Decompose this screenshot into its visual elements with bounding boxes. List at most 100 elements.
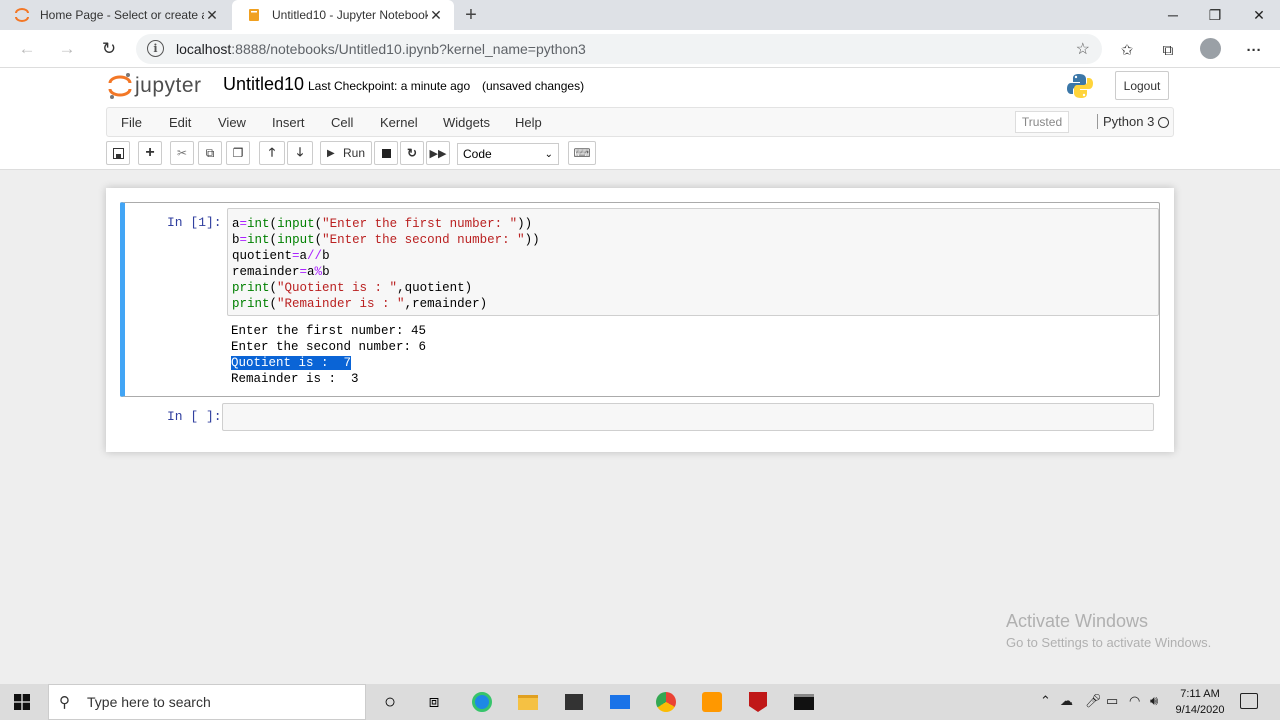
cut-button[interactable]: ✂ xyxy=(170,141,194,165)
code-cell-selected[interactable]: In [1]: a=int(input("Enter the first num… xyxy=(120,202,1160,397)
close-window-icon[interactable]: ✕ xyxy=(1236,0,1280,30)
menu-bar: File Edit View Insert Cell Kernel Widget… xyxy=(106,107,1174,137)
code-text: a=int(input("Enter the first number: "))… xyxy=(232,216,540,312)
input-prompt-empty: In [ ]: xyxy=(167,409,222,424)
menu-file[interactable]: File xyxy=(121,115,142,130)
terminal-icon[interactable] xyxy=(792,690,816,714)
interrupt-kernel-button[interactable] xyxy=(374,141,398,165)
paste-button[interactable]: ❐ xyxy=(226,141,250,165)
system-clock[interactable]: 7:11 AM 9/14/2020 xyxy=(1168,686,1232,718)
jupyter-header: jupyter Untitled10 Last Checkpoint: a mi… xyxy=(0,68,1280,170)
arrow-down-icon: 🡓 xyxy=(296,144,304,159)
move-down-button[interactable]: 🡓 xyxy=(287,141,313,165)
empty-code-cell[interactable] xyxy=(222,403,1154,431)
menu-edit[interactable]: Edit xyxy=(169,115,191,130)
keyboard-icon: ⌨ xyxy=(573,146,591,160)
jupyter-favicon-icon xyxy=(15,8,29,22)
save-button[interactable] xyxy=(106,141,130,165)
logout-button[interactable]: Logout xyxy=(1115,71,1169,100)
move-up-button[interactable]: 🡑 xyxy=(259,141,285,165)
microphone-icon[interactable]: 🎤︎ xyxy=(1085,693,1102,709)
play-icon: ▶ xyxy=(327,147,335,159)
mail-icon[interactable] xyxy=(608,690,632,714)
site-info-icon[interactable]: i xyxy=(147,40,164,57)
sublime-text-icon[interactable] xyxy=(700,690,724,714)
code-editor[interactable]: a=int(input("Enter the first number: "))… xyxy=(227,208,1159,316)
menu-view[interactable]: View xyxy=(218,115,246,130)
input-prompt: In [1]: xyxy=(167,215,222,230)
favorite-star-icon[interactable]: ☆ xyxy=(1076,39,1090,59)
power-icon[interactable]: ▭ xyxy=(1106,693,1118,709)
onedrive-icon[interactable]: ☁ xyxy=(1060,693,1073,709)
back-icon[interactable]: ← xyxy=(16,38,38,60)
code-line: quotient=a//b xyxy=(232,249,330,263)
restart-icon: ↻ xyxy=(406,146,418,160)
chrome-icon[interactable] xyxy=(654,690,678,714)
url-input[interactable]: i localhost:8888/notebooks/Untitled10.ip… xyxy=(136,34,1102,64)
profile-avatar[interactable] xyxy=(1200,38,1221,59)
menu-widgets[interactable]: Widgets xyxy=(443,115,490,130)
tab-untitled10[interactable]: Untitled10 - Jupyter Notebook ✕ xyxy=(232,0,454,30)
notification-center-icon[interactable] xyxy=(1240,693,1258,709)
python-logo-icon xyxy=(1067,74,1093,98)
maximize-icon[interactable]: ❐ xyxy=(1192,0,1238,30)
address-bar: ← → ↻ i localhost:8888/notebooks/Untitle… xyxy=(0,30,1280,68)
show-hidden-icons-icon[interactable]: ⌃ xyxy=(1040,693,1051,709)
file-explorer-icon[interactable] xyxy=(516,690,540,714)
windows-start-icon[interactable] xyxy=(14,694,30,710)
scissors-icon: ✂ xyxy=(176,146,188,160)
close-tab-icon[interactable]: ✕ xyxy=(428,7,444,24)
tab-home-page[interactable]: Home Page - Select or create a n ✕ xyxy=(0,0,230,30)
url-text: localhost:8888/notebooks/Untitled10.ipyn… xyxy=(176,41,586,57)
stop-icon xyxy=(381,148,391,158)
volume-icon[interactable]: 🔊︎ xyxy=(1150,693,1158,709)
favorites-icon[interactable]: ✩ xyxy=(1116,39,1138,61)
url-host: localhost xyxy=(176,41,232,57)
fast-forward-icon: ▶▶ xyxy=(429,147,447,160)
code-line: remainder=a%b xyxy=(232,265,330,279)
notebook-favicon-icon xyxy=(249,9,259,21)
cell-output: Enter the first number: 45 Enter the sec… xyxy=(231,323,426,387)
task-view-icon[interactable]: ⧈ xyxy=(422,690,446,714)
output-line: Enter the first number: 45 xyxy=(231,324,427,338)
wifi-icon[interactable]: ◠ xyxy=(1129,693,1140,709)
jupyter-wordmark: jupyter xyxy=(135,74,202,97)
notebook-name[interactable]: Untitled10 xyxy=(223,74,304,95)
edge-browser-icon[interactable] xyxy=(470,690,494,714)
forward-icon[interactable]: → xyxy=(56,38,78,60)
reload-icon[interactable]: ↻ xyxy=(98,38,120,60)
jupyter-logo[interactable]: jupyter xyxy=(108,72,202,100)
url-path: :8888/notebooks/Untitled10.ipynb?kernel_… xyxy=(231,41,586,57)
run-label: Run xyxy=(342,146,365,160)
paste-icon: ❐ xyxy=(232,146,244,160)
menu-cell[interactable]: Cell xyxy=(331,115,353,130)
run-button[interactable]: ▶ Run xyxy=(320,141,372,165)
close-tab-icon[interactable]: ✕ xyxy=(204,7,220,24)
minimize-icon[interactable]: ─ xyxy=(1150,0,1196,30)
restart-kernel-button[interactable]: ↻ xyxy=(400,141,424,165)
checkpoint-status: Last Checkpoint: a minute ago xyxy=(308,79,470,93)
menu-help[interactable]: Help xyxy=(515,115,542,130)
code-line: print("Remainder is : ",remainder) xyxy=(232,297,488,311)
menu-insert[interactable]: Insert xyxy=(272,115,305,130)
search-icon: ⚲ xyxy=(59,694,70,711)
store-icon[interactable] xyxy=(562,690,586,714)
new-tab-button[interactable]: + xyxy=(460,4,482,27)
command-palette-button[interactable]: ⌨ xyxy=(568,141,596,165)
jupyter-logo-icon xyxy=(108,73,132,99)
collections-icon[interactable]: ⧉ xyxy=(1157,39,1179,61)
clock-date: 9/14/2020 xyxy=(1175,704,1225,716)
menu-kernel[interactable]: Kernel xyxy=(380,115,418,130)
checkpoint-label: Last Checkpoint: xyxy=(308,79,398,93)
more-menu-icon[interactable]: ··· xyxy=(1243,39,1265,61)
mcafee-icon[interactable] xyxy=(746,690,770,714)
insert-cell-button[interactable]: + xyxy=(138,141,162,165)
output-line: Enter the second number: 6 xyxy=(231,340,427,354)
tab-title: Home Page - Select or create a n xyxy=(40,8,204,22)
copy-button[interactable]: ⧉ xyxy=(198,141,222,165)
cell-type-select[interactable]: Code ⌄ xyxy=(457,143,559,165)
restart-run-all-button[interactable]: ▶▶ xyxy=(426,141,450,165)
cortana-icon[interactable]: ○ xyxy=(378,690,402,714)
trusted-indicator[interactable]: Trusted xyxy=(1015,111,1069,133)
taskbar-search-input[interactable]: ⚲ Type here to search xyxy=(48,684,366,720)
